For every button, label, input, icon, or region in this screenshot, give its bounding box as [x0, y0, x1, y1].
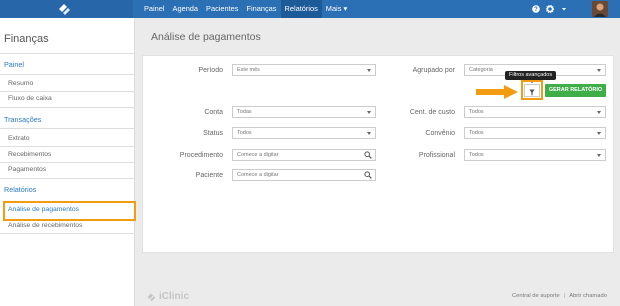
divider: [0, 128, 135, 129]
nav-relatorios[interactable]: Relatórios: [280, 0, 322, 18]
paciente-input[interactable]: Comece a digitar: [232, 169, 376, 181]
chevron-down-icon: [597, 69, 601, 72]
chevron-down-icon: [597, 154, 601, 157]
sidebar-item-resumo[interactable]: Resumo: [8, 80, 33, 87]
convenio-label: Convênio: [425, 130, 455, 137]
filtros-avancados-tooltip: Filtros avançados: [505, 71, 557, 83]
status-select[interactable]: Todos: [232, 127, 376, 139]
search-icon: [364, 151, 372, 159]
divider: [0, 107, 135, 108]
sidebar-item-fluxo-de-caixa[interactable]: Fluxo de caixa: [8, 95, 52, 102]
footer-separator: |: [563, 293, 566, 299]
avatar[interactable]: [592, 1, 608, 17]
periodo-value: Este mês: [237, 67, 260, 73]
filter-icon: [529, 89, 535, 96]
conta-label: Conta: [204, 109, 223, 116]
status-label: Status: [203, 130, 223, 137]
periodo-label: Período: [198, 67, 223, 74]
help-icon[interactable]: ?: [532, 5, 540, 13]
footer-links: Central de suporte | Abrir chamado: [512, 293, 607, 299]
divider: [0, 178, 135, 179]
nav-financas[interactable]: Finanças: [243, 0, 281, 18]
periodo-select[interactable]: Este mês: [232, 64, 376, 76]
footer-brand-name: iClinic: [159, 291, 190, 302]
profissional-select[interactable]: Todos: [464, 149, 606, 161]
nav-mais[interactable]: Mais ▾: [322, 0, 351, 18]
chevron-down-icon: [597, 111, 601, 114]
footer-brand: iClinic: [146, 291, 189, 302]
divider: [0, 91, 135, 92]
sidebar: Finanças Painel Resumo Fluxo de caixa Tr…: [0, 18, 136, 306]
convenio-value: Todos: [469, 130, 484, 136]
logo-area[interactable]: [0, 0, 133, 18]
orange-arrow-icon: [476, 85, 518, 99]
chevron-down-icon: [367, 111, 371, 114]
procedimento-input[interactable]: Comece a digitar: [232, 149, 376, 161]
profissional-label: Profissional: [418, 152, 455, 159]
sidebar-section-relatorios[interactable]: Relatórios: [4, 185, 36, 194]
page-title: Análise de pagamentos: [151, 31, 261, 43]
centro-custo-select[interactable]: Todos: [464, 106, 606, 118]
user-photo-icon: [592, 1, 608, 17]
chevron-down-icon: [367, 132, 371, 135]
sidebar-item-extrato[interactable]: Extrato: [8, 135, 30, 142]
divider: [0, 74, 135, 75]
nav-painel[interactable]: Painel: [140, 0, 169, 18]
sidebar-item-recebimentos[interactable]: Recebimentos: [8, 151, 51, 158]
advanced-filter-button[interactable]: [524, 84, 540, 97]
abrir-chamado-link[interactable]: Abrir chamado: [569, 293, 607, 299]
agrupado-label: Agrupado por: [412, 67, 455, 74]
paciente-label: Paciente: [195, 172, 223, 179]
convenio-select[interactable]: Todos: [464, 127, 606, 139]
top-icons: ?: [532, 0, 568, 18]
gear-icon[interactable]: [546, 5, 554, 13]
main-nav: Painel Agenda Pacientes Finanças Relatór…: [140, 0, 351, 18]
sidebar-item-analise-de-pagamentos[interactable]: Análise de pagamentos: [8, 206, 79, 213]
status-value: Todos: [237, 130, 252, 136]
sidebar-item-pagamentos[interactable]: Pagamentos: [8, 166, 46, 173]
procedimento-placeholder: Comece a digitar: [237, 152, 279, 158]
procedimento-label: Procedimento: [179, 152, 223, 159]
divider: [0, 233, 135, 234]
divider: [0, 146, 135, 147]
sidebar-title: Finanças: [4, 33, 49, 45]
dropdown-caret-icon[interactable]: [560, 5, 568, 13]
svg-text:?: ?: [534, 7, 538, 13]
top-navbar: Painel Agenda Pacientes Finanças Relatór…: [0, 0, 620, 18]
conta-value: Todas: [237, 109, 252, 115]
centro-custo-label: Cent. de custo: [409, 109, 455, 116]
profissional-value: Todos: [469, 152, 484, 158]
chevron-down-icon: [597, 132, 601, 135]
divider: [0, 162, 135, 163]
central-de-suporte-link[interactable]: Central de suporte: [512, 293, 560, 299]
nav-pacientes[interactable]: Pacientes: [202, 0, 242, 18]
conta-select[interactable]: Todas: [232, 106, 376, 118]
agrupado-value: Categoria: [469, 67, 493, 73]
sidebar-section-painel[interactable]: Painel: [4, 60, 24, 69]
centro-custo-value: Todos: [469, 109, 484, 115]
generate-report-button[interactable]: GERAR RELATÓRIO: [545, 84, 606, 97]
nav-agenda[interactable]: Agenda: [169, 0, 202, 18]
chevron-down-icon: [367, 69, 371, 72]
sidebar-section-transacoes[interactable]: Transações: [4, 115, 41, 124]
sidebar-item-analise-de-recebimentos[interactable]: Análise de recebimentos: [8, 222, 82, 229]
divider: [0, 53, 135, 54]
paciente-placeholder: Comece a digitar: [237, 172, 279, 178]
search-icon: [364, 171, 372, 179]
iclinic-logo-icon: [147, 292, 156, 301]
iclinic-logo-icon: [59, 4, 70, 15]
